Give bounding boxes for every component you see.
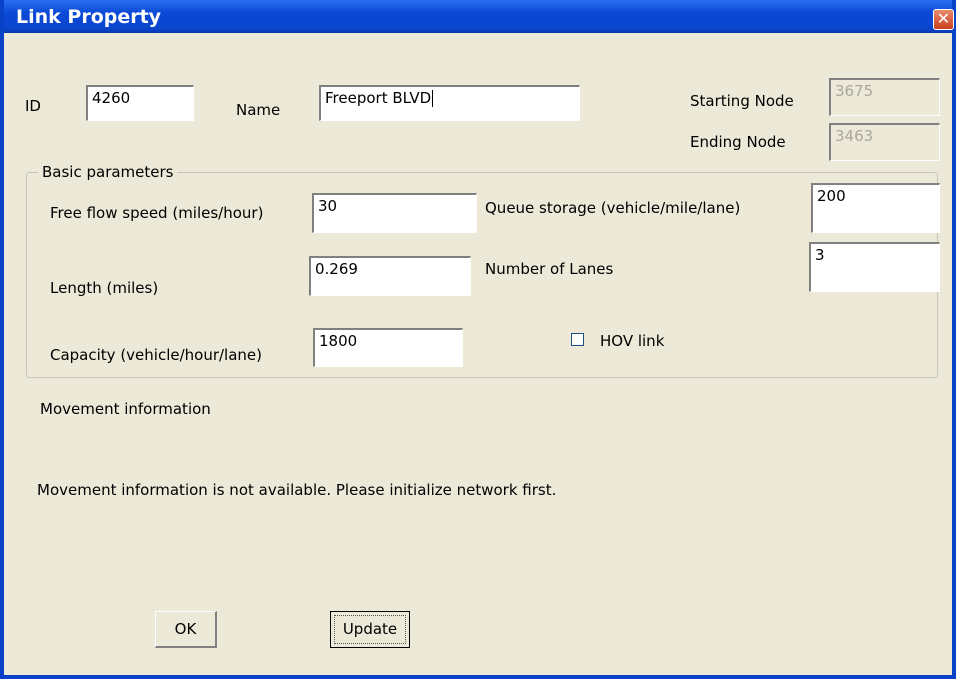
hov-link-checkbox[interactable] (571, 333, 584, 346)
link-property-dialog: Link Property ✕ ID 4260 Name Freeport BL… (0, 0, 956, 679)
queue-storage-label: Queue storage (vehicle/mile/lane) (485, 199, 741, 217)
number-of-lanes-value: 3 (815, 246, 825, 264)
close-icon: ✕ (936, 9, 951, 28)
ok-button[interactable]: OK (155, 611, 217, 648)
name-label: Name (236, 101, 281, 119)
id-label: ID (25, 97, 41, 115)
capacity-field[interactable]: 1800 (313, 328, 463, 367)
length-field[interactable]: 0.269 (309, 256, 471, 296)
text-caret (432, 90, 434, 107)
number-of-lanes-field[interactable]: 3 (809, 242, 940, 292)
length-label: Length (miles) (50, 279, 159, 297)
number-of-lanes-label: Number of Lanes (485, 260, 614, 278)
movement-info-message: Movement information is not available. P… (37, 481, 557, 499)
close-button[interactable]: ✕ (933, 9, 954, 30)
id-field[interactable]: 4260 (86, 85, 194, 121)
ending-node-label: Ending Node (690, 133, 786, 151)
hov-link-label: HOV link (600, 332, 665, 350)
starting-node-field: 3675 (829, 78, 940, 116)
queue-storage-value: 200 (817, 187, 846, 205)
starting-node-label: Starting Node (690, 92, 794, 110)
capacity-label: Capacity (vehicle/hour/lane) (50, 346, 263, 364)
title-bar[interactable]: Link Property ✕ (4, 0, 954, 33)
free-flow-speed-value: 30 (318, 197, 338, 215)
movement-info-title: Movement information (40, 400, 211, 418)
ending-node-value: 3463 (835, 127, 874, 145)
name-value: Freeport BLVD (325, 89, 432, 107)
window-title: Link Property (16, 6, 162, 28)
length-value: 0.269 (315, 260, 358, 278)
starting-node-value: 3675 (835, 82, 874, 100)
ending-node-field: 3463 (829, 123, 940, 161)
free-flow-speed-field[interactable]: 30 (312, 193, 477, 233)
free-flow-speed-label: Free flow speed (miles/hour) (50, 204, 264, 222)
name-field[interactable]: Freeport BLVD (319, 85, 580, 121)
capacity-value: 1800 (319, 332, 358, 350)
queue-storage-field[interactable]: 200 (811, 183, 940, 233)
update-button[interactable]: Update (330, 611, 410, 648)
basic-parameters-title: Basic parameters (38, 163, 178, 181)
id-value: 4260 (92, 89, 131, 107)
